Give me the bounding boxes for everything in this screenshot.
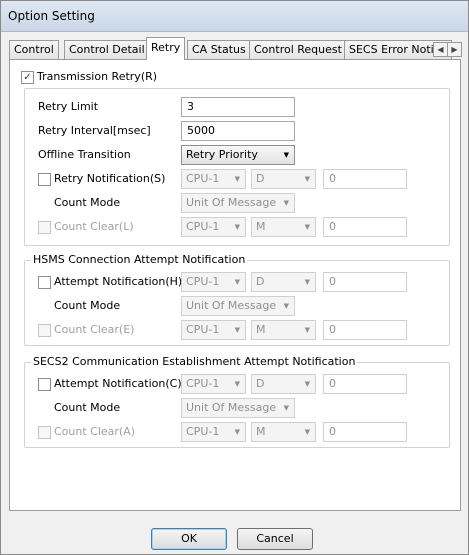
chevron-down-icon: ▼: [234, 223, 240, 231]
chevron-down-icon: ▼: [304, 326, 310, 334]
retry-count-mode-label: Count Mode: [54, 196, 121, 209]
secs2-count-clear-number-input[interactable]: 0: [323, 422, 407, 442]
ok-button[interactable]: OK: [151, 528, 227, 550]
retry-notification-device-value: D: [256, 172, 265, 185]
secs2-attempt-notification-checkbox[interactable]: [38, 378, 51, 391]
chevron-down-icon: ▼: [234, 380, 240, 388]
retry-settings-group: Retry Limit 3 Retry Interval[msec] 5000 …: [24, 88, 450, 246]
secs2-count-clear-cpu-value: CPU-1: [186, 425, 220, 438]
retry-count-mode-value: Unit Of Message: [186, 196, 277, 209]
retry-count-clear-cpu-select[interactable]: CPU-1 ▼: [181, 217, 246, 237]
secs2-count-clear-checkbox[interactable]: [38, 426, 51, 439]
hsms-count-clear-checkbox[interactable]: [38, 324, 51, 337]
retry-count-clear-number-input[interactable]: 0: [323, 217, 407, 237]
chevron-down-icon: ▼: [304, 380, 310, 388]
retry-limit-label: Retry Limit: [38, 100, 99, 113]
tab-scroll-right-icon[interactable]: ▶: [447, 42, 462, 57]
hsms-notification-number-input[interactable]: 0: [323, 272, 407, 292]
secs2-group-title: SECS2 Communication Establishment Attemp…: [31, 355, 358, 368]
tab-control[interactable]: Control: [9, 40, 59, 59]
hsms-group-title: HSMS Connection Attempt Notification: [31, 253, 248, 266]
window-title: Option Setting: [1, 1, 468, 32]
offline-transition-value: Retry Priority: [186, 148, 258, 161]
hsms-notification-device-select[interactable]: D ▼: [251, 272, 316, 292]
offline-transition-label: Offline Transition: [38, 148, 131, 161]
hsms-count-clear-label: Count Clear(E): [54, 323, 135, 336]
hsms-attempt-notification-label: Attempt Notification(H): [54, 275, 183, 288]
tab-ca-status[interactable]: CA Status: [187, 40, 251, 59]
secs2-notification-device-select[interactable]: D ▼: [251, 374, 316, 394]
chevron-down-icon: ▼: [234, 428, 240, 436]
hsms-notification-cpu-value: CPU-1: [186, 275, 220, 288]
secs2-count-mode-label: Count Mode: [54, 401, 121, 414]
secs2-count-clear-device-value: M: [256, 425, 266, 438]
retry-count-clear-cpu-value: CPU-1: [186, 220, 220, 233]
chevron-down-icon: ▼: [283, 302, 289, 310]
hsms-count-mode-select[interactable]: Unit Of Message ▼: [181, 296, 295, 316]
hsms-attempt-group: HSMS Connection Attempt Notification Att…: [24, 253, 450, 346]
chevron-down-icon: ▼: [304, 278, 310, 286]
chevron-down-icon: ▼: [283, 151, 289, 159]
retry-count-clear-device-select[interactable]: M ▼: [251, 217, 316, 237]
secs2-count-mode-select[interactable]: Unit Of Message ▼: [181, 398, 295, 418]
retry-interval-input[interactable]: 5000: [181, 121, 295, 141]
chevron-down-icon: ▼: [304, 428, 310, 436]
tab-scroll-left-icon[interactable]: ◀: [433, 42, 448, 57]
secs2-count-clear-device-select[interactable]: M ▼: [251, 422, 316, 442]
hsms-count-mode-value: Unit Of Message: [186, 299, 277, 312]
hsms-notification-cpu-select[interactable]: CPU-1 ▼: [181, 272, 246, 292]
retry-count-clear-device-value: M: [256, 220, 266, 233]
hsms-notification-device-value: D: [256, 275, 265, 288]
hsms-count-mode-label: Count Mode: [54, 299, 121, 312]
chevron-down-icon: ▼: [234, 326, 240, 334]
hsms-count-clear-cpu-value: CPU-1: [186, 323, 220, 336]
retry-notification-cpu-select[interactable]: CPU-1 ▼: [181, 169, 246, 189]
chevron-down-icon: ▼: [283, 199, 289, 207]
retry-count-clear-checkbox[interactable]: [38, 221, 51, 234]
option-setting-window: Option Setting Control Control Detail Re…: [0, 0, 469, 555]
retry-notification-checkbox[interactable]: [38, 173, 51, 186]
secs2-attempt-notification-label: Attempt Notification(C): [54, 377, 182, 390]
transmission-retry-label: Transmission Retry(R): [37, 70, 158, 83]
chevron-down-icon: ▼: [304, 223, 310, 231]
hsms-count-clear-cpu-select[interactable]: CPU-1 ▼: [181, 320, 246, 340]
hsms-attempt-notification-checkbox[interactable]: [38, 276, 51, 289]
secs2-notification-number-input[interactable]: 0: [323, 374, 407, 394]
tab-retry[interactable]: Retry: [146, 37, 186, 60]
secs2-count-clear-label: Count Clear(A): [54, 425, 136, 438]
secs2-count-mode-value: Unit Of Message: [186, 401, 277, 414]
retry-notification-number-input[interactable]: 0: [323, 169, 407, 189]
offline-transition-select[interactable]: Retry Priority ▼: [181, 145, 295, 165]
retry-interval-label: Retry Interval[msec]: [38, 124, 151, 137]
retry-limit-input[interactable]: 3: [181, 97, 295, 117]
secs2-count-clear-cpu-select[interactable]: CPU-1 ▼: [181, 422, 246, 442]
chevron-down-icon: ▼: [234, 278, 240, 286]
chevron-down-icon: ▼: [234, 175, 240, 183]
retry-count-mode-select[interactable]: Unit Of Message ▼: [181, 193, 295, 213]
tab-control-request[interactable]: Control Request: [249, 40, 347, 59]
hsms-count-clear-number-input[interactable]: 0: [323, 320, 407, 340]
hsms-count-clear-device-value: M: [256, 323, 266, 336]
retry-notification-label: Retry Notification(S): [54, 172, 166, 185]
secs2-notification-cpu-value: CPU-1: [186, 377, 220, 390]
chevron-down-icon: ▼: [283, 404, 289, 412]
tab-control-detail[interactable]: Control Detail: [64, 40, 150, 59]
secs2-notification-cpu-select[interactable]: CPU-1 ▼: [181, 374, 246, 394]
transmission-retry-checkbox[interactable]: ✓: [21, 71, 34, 84]
cancel-button[interactable]: Cancel: [237, 528, 313, 550]
secs2-notification-device-value: D: [256, 377, 265, 390]
tab-strip: Control Control Detail Retry CA Status C…: [9, 37, 462, 60]
secs2-attempt-group: SECS2 Communication Establishment Attemp…: [24, 355, 450, 448]
hsms-count-clear-device-select[interactable]: M ▼: [251, 320, 316, 340]
retry-tab-panel: ✓ Transmission Retry(R) Retry Limit 3 Re…: [9, 59, 461, 511]
retry-count-clear-label: Count Clear(L): [54, 220, 134, 233]
chevron-down-icon: ▼: [304, 175, 310, 183]
retry-notification-device-select[interactable]: D ▼: [251, 169, 316, 189]
retry-notification-cpu-value: CPU-1: [186, 172, 220, 185]
